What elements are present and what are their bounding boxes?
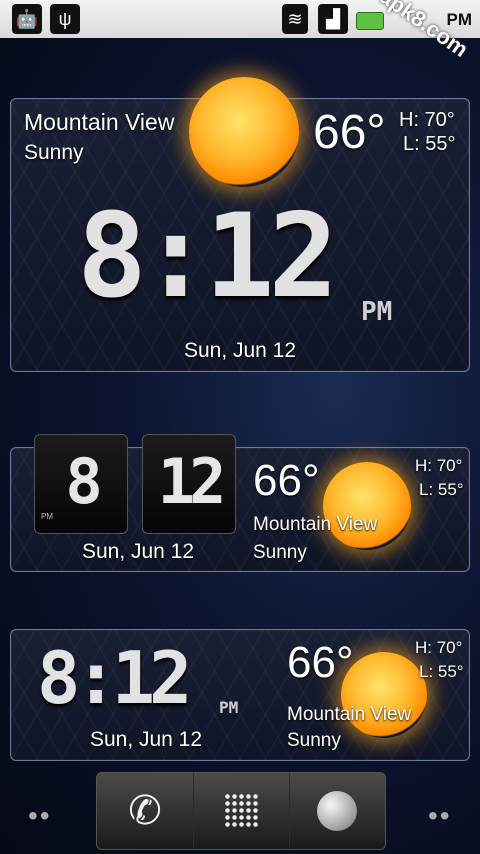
date-label: Sun, Jun 12 xyxy=(81,540,195,563)
high-temp: H: 70° xyxy=(415,456,463,475)
clock-weather-widget-large[interactable]: Mountain View Sunny 66° H: 70° L: 55° 8:… xyxy=(10,77,470,372)
low-temp: L: 55° xyxy=(403,133,456,155)
low-temp: L: 55° xyxy=(419,662,464,681)
tile-ampm: PM xyxy=(41,512,53,521)
city-label: Mountain View xyxy=(24,109,175,135)
sun-icon xyxy=(323,462,411,550)
usb-icon: ψ xyxy=(50,4,80,34)
high-temp: H: 70° xyxy=(399,109,455,131)
city-label: Mountain View xyxy=(287,704,412,725)
temperature: 66° xyxy=(313,106,386,159)
date-label: Sun, Jun 12 xyxy=(183,339,297,362)
status-bar: 🤖 ψ ≋ ▟ PM apk8.com xyxy=(0,0,480,62)
battery-icon xyxy=(356,12,384,30)
condition-label: Sunny xyxy=(253,542,307,563)
app-drawer-icon xyxy=(224,793,260,829)
phone-button[interactable]: ✆ xyxy=(97,773,193,849)
low-temp: L: 55° xyxy=(419,480,464,499)
hour-digit: 8 xyxy=(65,445,102,518)
dock: ✆ xyxy=(96,772,386,850)
clock-time[interactable]: 8:12 xyxy=(37,642,192,714)
condition-label: Sunny xyxy=(24,141,84,164)
page-indicator-left[interactable]: •• xyxy=(28,800,52,832)
browser-icon xyxy=(317,791,357,831)
android-icon: 🤖 xyxy=(12,4,42,34)
clock-ampm: PM xyxy=(219,698,239,717)
minute-digit: 12 xyxy=(157,445,227,518)
signal-icon: ▟ xyxy=(318,4,348,34)
city-label: Mountain View xyxy=(253,514,378,535)
clock-ampm: PM xyxy=(361,297,393,327)
date-label: Sun, Jun 12 xyxy=(89,728,203,751)
sun-icon xyxy=(189,77,299,187)
app-drawer-button[interactable] xyxy=(193,773,290,849)
condition-label: Sunny xyxy=(287,730,341,751)
clock-weather-widget-medium[interactable]: 8:12 PM Sun, Jun 12 66° H: 70° L: 55° Mo… xyxy=(10,629,470,761)
page-indicator-right[interactable]: •• xyxy=(428,800,452,832)
high-temp: H: 70° xyxy=(415,638,463,657)
browser-button[interactable] xyxy=(289,773,386,849)
wifi-icon: ≋ xyxy=(282,4,308,34)
clock-time[interactable]: 8:12 xyxy=(77,199,338,315)
clock-weather-widget-flip[interactable]: 8 PM 12 Sun, Jun 12 66° H: 70° L: 55° Mo… xyxy=(10,434,470,572)
phone-icon: ✆ xyxy=(128,789,162,833)
minute-tile: 12 xyxy=(142,434,236,534)
hour-tile: 8 PM xyxy=(34,434,128,534)
temperature: 66° xyxy=(253,456,320,505)
